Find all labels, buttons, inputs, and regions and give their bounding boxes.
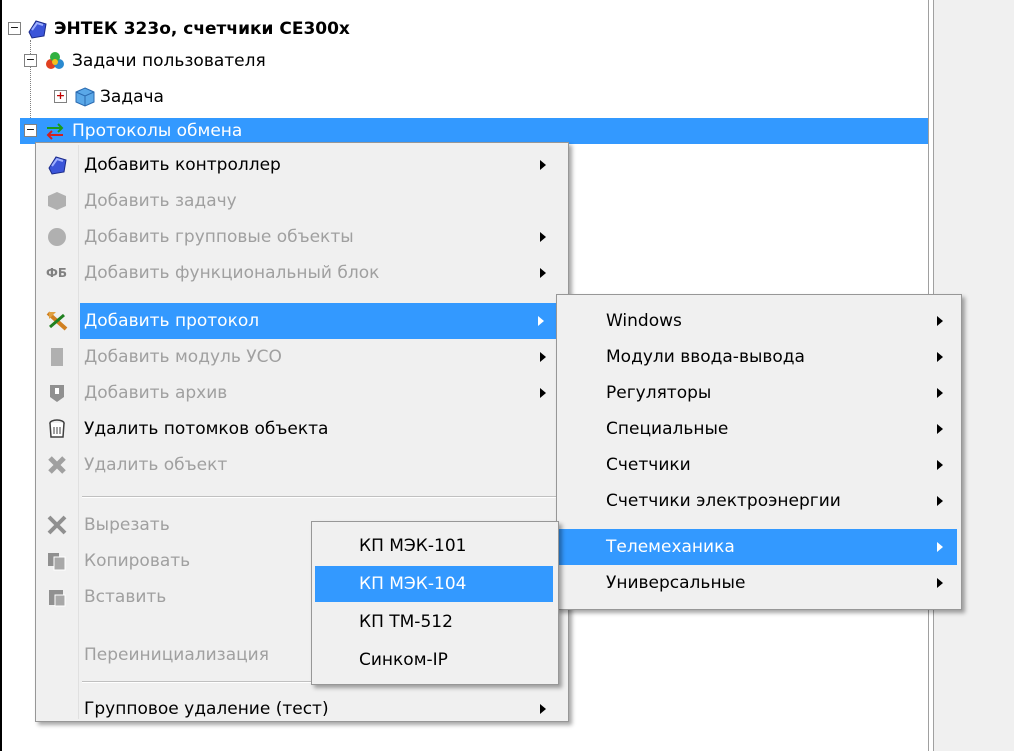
tree-node-task[interactable]: + Задача (54, 84, 454, 110)
menu-item-label: Добавить групповые объекты (84, 227, 354, 247)
submenu-arrow-icon (540, 232, 546, 242)
menu-separator (82, 496, 558, 498)
submenu-arrow-icon (937, 424, 943, 434)
tree-node-root[interactable]: − ЭНТЕК 323о, счетчики СЕ300х (8, 16, 608, 42)
submenu-arrow-icon (540, 160, 546, 170)
menu-item-label: Специальные (606, 419, 729, 439)
submenu-item-kp-tm-512[interactable]: КП ТМ-512 (315, 604, 553, 640)
submenu-item-telemechanics[interactable]: Телемеханика (559, 529, 957, 565)
submenu-item-windows[interactable]: Windows (559, 303, 957, 339)
menu-item-add-archive[interactable]: Добавить архив (38, 375, 564, 411)
menu-item-label: Вырезать (84, 515, 170, 535)
submenu-arrow-icon (937, 316, 943, 326)
menu-item-label: Переинициализация (84, 645, 269, 665)
menu-item-label: Добавить модуль УСО (84, 347, 282, 367)
menu-item-add-function-block[interactable]: ФБ Добавить функциональный блок (38, 255, 564, 291)
menu-item-label: Синком-IP (359, 650, 448, 670)
submenu-item-universal[interactable]: Универсальные (559, 565, 957, 601)
submenu-arrow-icon (538, 316, 544, 326)
archive-icon (50, 385, 64, 402)
submenu-item-electricity-meters[interactable]: Счетчики электроэнергии (559, 483, 957, 519)
submenu-arrow-icon (937, 388, 943, 398)
task-cube-icon (75, 87, 95, 107)
protocol-submenu: Windows Модули ввода-вывода Регуляторы С… (556, 294, 962, 610)
task-cube-icon (48, 192, 66, 210)
menu-item-delete-object[interactable]: Удалить объект (38, 447, 564, 483)
tree-node-label: Задачи пользователя (72, 51, 266, 71)
submenu-item-io-modules[interactable]: Модули ввода-вывода (559, 339, 957, 375)
submenu-arrow-icon (937, 496, 943, 506)
menu-item-delete-children[interactable]: Удалить потомков объекта (38, 411, 564, 447)
paste-icon (49, 590, 66, 607)
menu-item-label: Универсальные (606, 573, 746, 593)
submenu-arrow-icon (540, 268, 546, 278)
menu-item-label: Копировать (84, 551, 191, 571)
copy-icon (48, 553, 66, 571)
submenu-arrow-icon (540, 352, 546, 362)
menu-item-label: КП МЭК-101 (359, 536, 467, 556)
tree-node-label: Задача (100, 87, 164, 107)
menu-item-label: Модули ввода-вывода (606, 347, 805, 367)
menu-item-label: Добавить архив (84, 383, 228, 403)
menu-item-label: Телемеханика (606, 537, 735, 557)
tree-node-label: ЭНТЕК 323о, счетчики СЕ300х (54, 19, 350, 39)
collapse-icon[interactable]: − (24, 124, 37, 137)
submenu-item-meters[interactable]: Счетчики (559, 447, 957, 483)
tree-node-label: Протоколы обмена (72, 121, 243, 141)
submenu-item-regulators[interactable]: Регуляторы (559, 375, 957, 411)
telemechanics-submenu: КП МЭК-101 КП МЭК-104 КП ТМ-512 Синком-I… (311, 521, 559, 685)
menu-item-label: Удалить объект (84, 455, 228, 475)
menu-item-label: КП МЭК-104 (359, 574, 467, 594)
io-module-icon (51, 348, 63, 366)
submenu-arrow-icon (937, 460, 943, 470)
add-protocol-icon[interactable] (46, 309, 70, 333)
tree-node-protocols[interactable]: − Протоколы обмена (20, 118, 928, 144)
controller-icon (48, 156, 67, 175)
menu-item-group-delete[interactable]: Групповое удаление (тест) (38, 691, 564, 727)
submenu-arrow-icon (937, 542, 943, 552)
menu-item-add-group-objects[interactable]: Добавить групповые объекты (38, 219, 564, 255)
delete-x-icon (48, 456, 66, 474)
menu-item-label: КП ТМ-512 (359, 612, 453, 632)
menu-item-label: Добавить функциональный блок (84, 263, 380, 283)
menu-item-label: Удалить потомков объекта (84, 419, 329, 439)
collapse-icon[interactable]: − (8, 22, 21, 35)
tree-node-user-tasks[interactable]: − Задачи пользователя (24, 48, 524, 74)
submenu-item-sinkom-ip[interactable]: Синком-IP (315, 642, 553, 678)
trash-icon (49, 419, 65, 438)
menu-item-add-io-module[interactable]: Добавить модуль УСО (38, 339, 564, 375)
submenu-arrow-icon (540, 388, 546, 398)
menu-item-add-controller[interactable]: Добавить контроллер (38, 147, 564, 183)
controller-icon (28, 20, 47, 39)
menu-item-label: Добавить задачу (84, 191, 237, 211)
menu-item-label: Счетчики электроэнергии (606, 491, 841, 511)
function-block-icon: ФБ (46, 266, 68, 280)
menu-item-label: Добавить контроллер (84, 155, 281, 175)
menu-item-add-protocol[interactable]: Добавить протокол (80, 303, 564, 339)
submenu-arrow-icon (540, 704, 546, 714)
submenu-item-special[interactable]: Специальные (559, 411, 957, 447)
cut-icon (47, 515, 67, 535)
menu-item-add-task[interactable]: Добавить задачу (38, 183, 564, 219)
menu-item-label: Windows (606, 311, 682, 331)
exchange-arrows-icon (46, 123, 64, 140)
menu-item-label: Вставить (84, 587, 167, 607)
menu-item-label: Групповое удаление (тест) (84, 699, 329, 719)
menu-item-label: Счетчики (606, 455, 691, 475)
menu-item-label: Добавить протокол (84, 311, 260, 331)
collapse-icon[interactable]: − (24, 54, 37, 67)
menu-item-label: Регуляторы (606, 383, 712, 403)
group-objects-icon (48, 228, 66, 246)
submenu-arrow-icon (937, 352, 943, 362)
submenu-item-kp-iec-104[interactable]: КП МЭК-104 (315, 566, 553, 602)
submenu-item-kp-iec-101[interactable]: КП МЭК-101 (315, 528, 553, 564)
expand-icon[interactable]: + (54, 90, 67, 103)
submenu-arrow-icon (937, 578, 943, 588)
tasks-group-icon (46, 52, 64, 69)
